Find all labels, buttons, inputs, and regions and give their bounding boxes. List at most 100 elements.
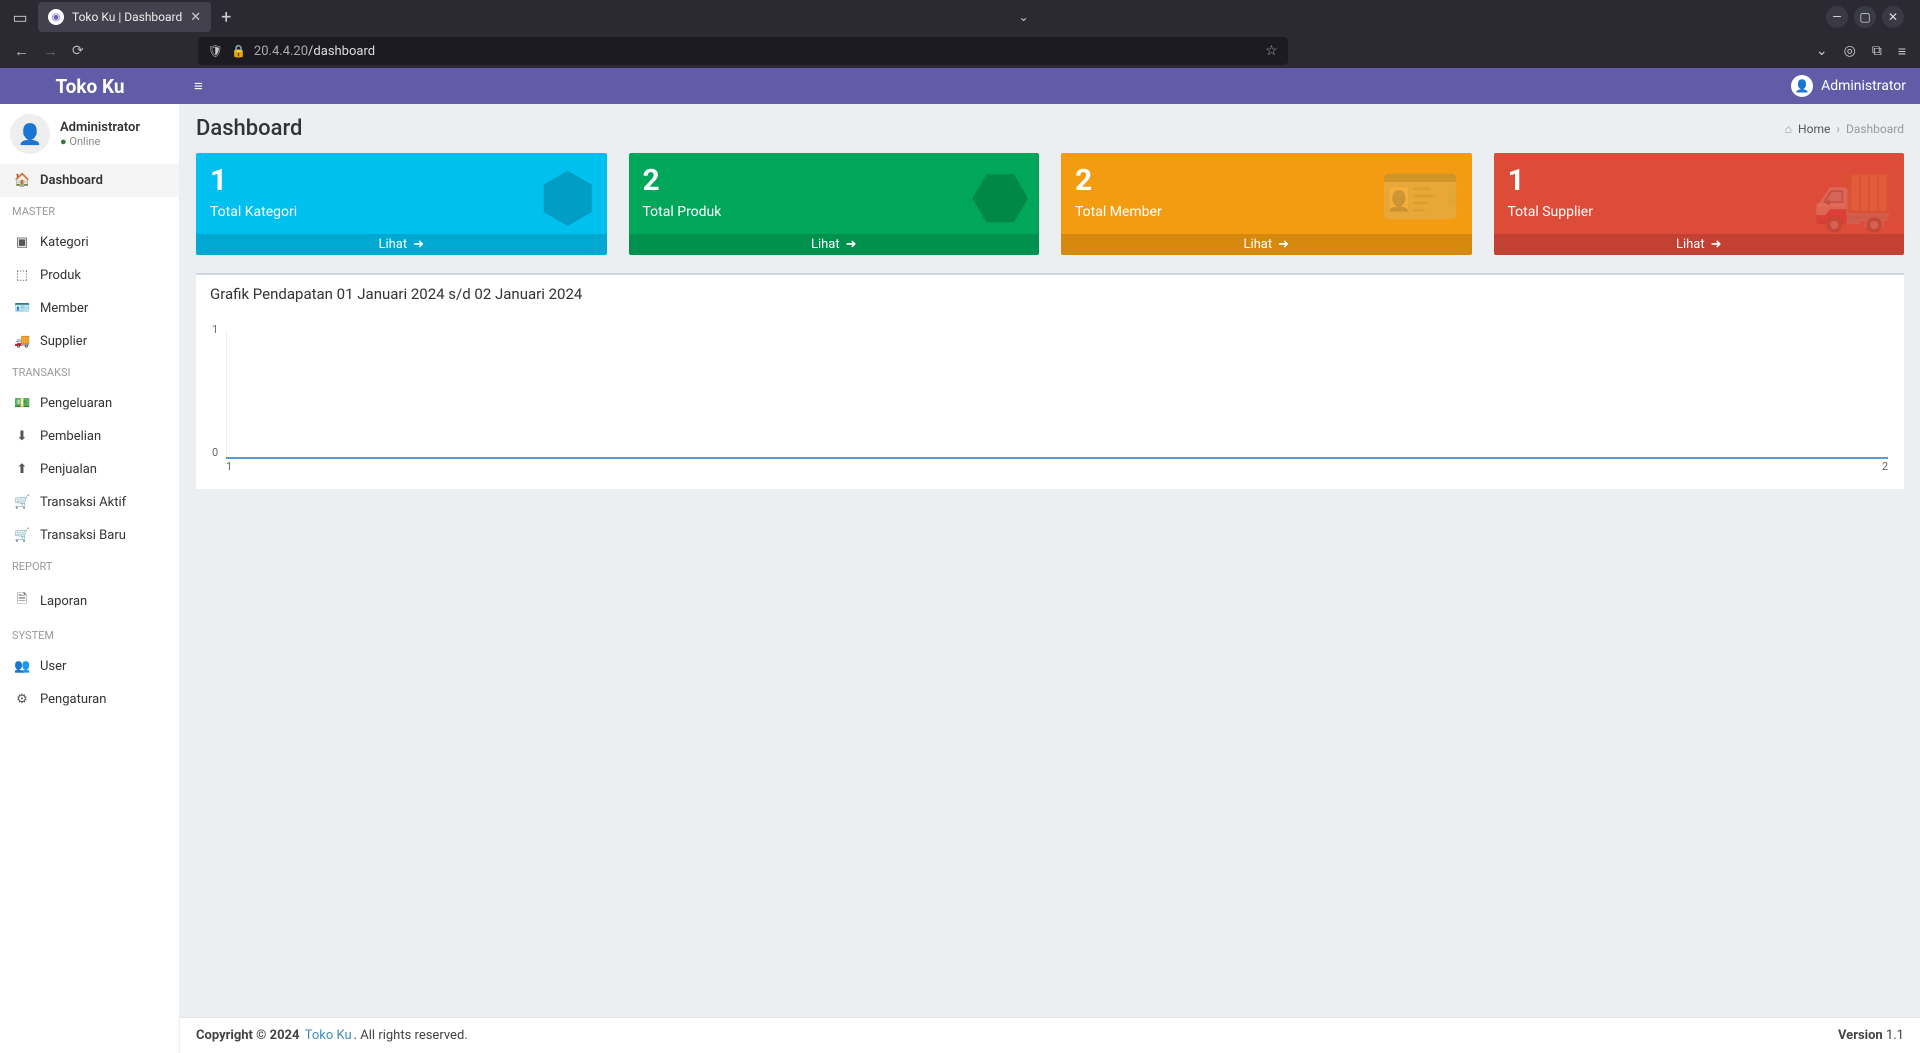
tabs-overflow-icon[interactable]: ⌄ bbox=[1019, 10, 1029, 24]
sidebar-item-transaksi-aktif[interactable]: 🛒 Transaksi Aktif bbox=[0, 486, 179, 519]
id-card-icon: 🪪 bbox=[1379, 159, 1461, 236]
stat-value: 1 bbox=[210, 163, 593, 198]
chart-area: 1 0 1 2 bbox=[212, 323, 1888, 473]
url-text: 20.4.4.20/dashboard bbox=[254, 44, 375, 59]
users-icon: 👥 bbox=[14, 659, 30, 674]
sidebar-item-member[interactable]: 🪪 Member bbox=[0, 292, 179, 325]
footer-brand-link[interactable]: Toko Ku bbox=[305, 1028, 352, 1043]
truck-icon: 🚚 bbox=[14, 334, 30, 349]
cart-icon: 🛒 bbox=[14, 495, 30, 510]
avatar-icon: 👤 bbox=[10, 114, 50, 154]
sidebar-item-label: Transaksi Aktif bbox=[40, 495, 126, 510]
arrow-circle-right-icon: ➜ bbox=[1711, 237, 1722, 252]
sidebar-section-header: TRANSAKSI bbox=[0, 358, 179, 387]
stat-view-button[interactable]: Lihat ➜ bbox=[629, 234, 1040, 255]
chart-ytick-0: 0 bbox=[212, 446, 218, 459]
sidebar-item-dashboard[interactable]: 🏠Dashboard bbox=[0, 164, 179, 197]
sidebar-item-label: Kategori bbox=[40, 235, 89, 250]
favicon-icon: ◉ bbox=[48, 9, 64, 25]
sidebar-item-kategori[interactable]: ▣Kategori bbox=[0, 226, 179, 259]
upload-icon: ⬆ bbox=[14, 462, 30, 477]
breadcrumb: ⌂ Home › Dashboard bbox=[1785, 122, 1904, 136]
sidebar-item-laporan[interactable]: 🗎Laporan bbox=[0, 581, 179, 621]
truck-icon: 🚚 bbox=[1812, 159, 1894, 236]
sidebar-item-label: Pembelian bbox=[40, 429, 101, 444]
stat-box-total-produk: ⬣2Total ProdukLihat ➜ bbox=[629, 153, 1040, 255]
cog-icon: ⚙ bbox=[14, 692, 30, 707]
avatar-small-icon: 👤 bbox=[1791, 75, 1813, 97]
sidebar-item-label: Member bbox=[40, 301, 88, 316]
sidebar-section-header: MASTER bbox=[0, 197, 179, 226]
chart-title: Grafik Pendapatan 01 Januari 2024 s/d 02… bbox=[196, 275, 1904, 313]
sidebar-section-header: REPORT bbox=[0, 552, 179, 581]
top-user-name: Administrator bbox=[1821, 78, 1906, 94]
sidebar-item-penjualan[interactable]: ⬆ Penjualan bbox=[0, 453, 179, 486]
reload-button[interactable]: ⟳ bbox=[72, 43, 84, 59]
id-card-icon: 🪪 bbox=[14, 301, 30, 316]
extensions-icon[interactable]: ⧉ bbox=[1872, 43, 1882, 60]
cubes-icon: ⬣ bbox=[971, 159, 1029, 237]
dashboard-icon: ⌂ bbox=[1785, 122, 1792, 136]
pocket-icon[interactable]: ⌄ bbox=[1816, 43, 1828, 60]
menu-icon[interactable]: ≡ bbox=[1898, 43, 1906, 60]
sidebar-user-panel: 👤 Administrator ● Online bbox=[0, 104, 179, 164]
lock-insecure-icon: 🔒 bbox=[231, 44, 246, 58]
sidebar-item-pengeluaran[interactable]: 💵Pengeluaran bbox=[0, 387, 179, 420]
close-tab-icon[interactable]: ✕ bbox=[190, 10, 201, 25]
arrow-circle-right-icon: ➜ bbox=[413, 237, 424, 252]
stat-view-button[interactable]: Lihat ➜ bbox=[196, 234, 607, 255]
sidebar-hamburger-icon[interactable]: ≡ bbox=[180, 77, 217, 95]
sidebar-item-label: User bbox=[40, 659, 66, 674]
online-dot-icon: ● bbox=[60, 135, 67, 148]
sidebar-item-label: Transaksi Baru bbox=[40, 528, 126, 543]
sidebar-item-pembelian[interactable]: ⬇Pembelian bbox=[0, 420, 179, 453]
sidebar: 👤 Administrator ● Online 🏠DashboardMASTE… bbox=[0, 104, 180, 1053]
sidebar-item-pengaturan[interactable]: ⚙Pengaturan bbox=[0, 683, 179, 716]
chart-line bbox=[226, 457, 1888, 459]
sidebar-item-label: Laporan bbox=[40, 594, 87, 609]
window-close-button[interactable]: ✕ bbox=[1882, 6, 1904, 28]
sidebar-item-label: Dashboard bbox=[40, 173, 103, 188]
sidebar-item-produk[interactable]: ⬚ Produk bbox=[0, 259, 179, 292]
arrow-circle-right-icon: ➜ bbox=[1278, 237, 1289, 252]
stat-box-total-member: 🪪2Total MemberLihat ➜ bbox=[1061, 153, 1472, 255]
cubes-icon: ⬚ bbox=[14, 268, 30, 283]
sidebar-item-transaksi-baru[interactable]: 🛒 Transaksi Baru bbox=[0, 519, 179, 552]
footer-rights: . All rights reserved. bbox=[354, 1028, 468, 1043]
sidebar-item-label: Supplier bbox=[40, 334, 87, 349]
sidebar-item-supplier[interactable]: 🚚 Supplier bbox=[0, 325, 179, 358]
stat-box-total-supplier: 🚚1Total SupplierLihat ➜ bbox=[1494, 153, 1905, 255]
sidebar-toggle-icon[interactable]: ▭ bbox=[6, 3, 34, 31]
new-tab-button[interactable]: + bbox=[221, 7, 231, 28]
shield-icon: 🛡 bbox=[208, 44, 223, 58]
sidebar-item-label: Produk bbox=[40, 268, 81, 283]
back-button[interactable]: ← bbox=[14, 42, 29, 60]
top-user-menu[interactable]: 👤 Administrator bbox=[1777, 75, 1920, 97]
stat-box-total-kategori: ⬢1Total KategoriLihat ➜ bbox=[196, 153, 607, 255]
page-title: Dashboard bbox=[196, 116, 302, 141]
footer-version-num: 1.1 bbox=[1886, 1028, 1904, 1043]
chart-xtick-1: 2 bbox=[1882, 460, 1888, 473]
footer-copyright: Copyright © 2024 bbox=[196, 1028, 299, 1043]
footer-version-label: Version bbox=[1838, 1028, 1883, 1043]
sidebar-item-user[interactable]: 👥 User bbox=[0, 650, 179, 683]
breadcrumb-home[interactable]: Home bbox=[1798, 122, 1830, 136]
sidebar-section-header: SYSTEM bbox=[0, 621, 179, 650]
stat-label: Total Produk bbox=[643, 204, 1026, 220]
account-icon[interactable]: ◎ bbox=[1844, 43, 1856, 60]
tab-title: Toko Ku | Dashboard bbox=[72, 10, 182, 24]
stat-view-button[interactable]: Lihat ➜ bbox=[1494, 234, 1905, 255]
window-maximize-button[interactable]: ▢ bbox=[1854, 6, 1876, 28]
stat-view-button[interactable]: Lihat ➜ bbox=[1061, 234, 1472, 255]
sidebar-user-name: Administrator bbox=[60, 120, 140, 135]
cart-icon: 🛒 bbox=[14, 528, 30, 543]
brand-title[interactable]: Toko Ku bbox=[0, 75, 180, 98]
address-bar[interactable]: 🛡 🔒 20.4.4.20/dashboard ☆ bbox=[198, 37, 1288, 65]
stat-label: Total Kategori bbox=[210, 204, 593, 220]
browser-tab[interactable]: ◉ Toko Ku | Dashboard ✕ bbox=[38, 2, 211, 32]
window-minimize-button[interactable]: — bbox=[1826, 6, 1848, 28]
bookmark-icon[interactable]: ☆ bbox=[1265, 43, 1278, 59]
footer: Copyright © 2024 Toko Ku. All rights res… bbox=[180, 1017, 1920, 1053]
chart-ytick-1: 1 bbox=[212, 323, 218, 336]
sidebar-item-label: Penjualan bbox=[40, 462, 97, 477]
